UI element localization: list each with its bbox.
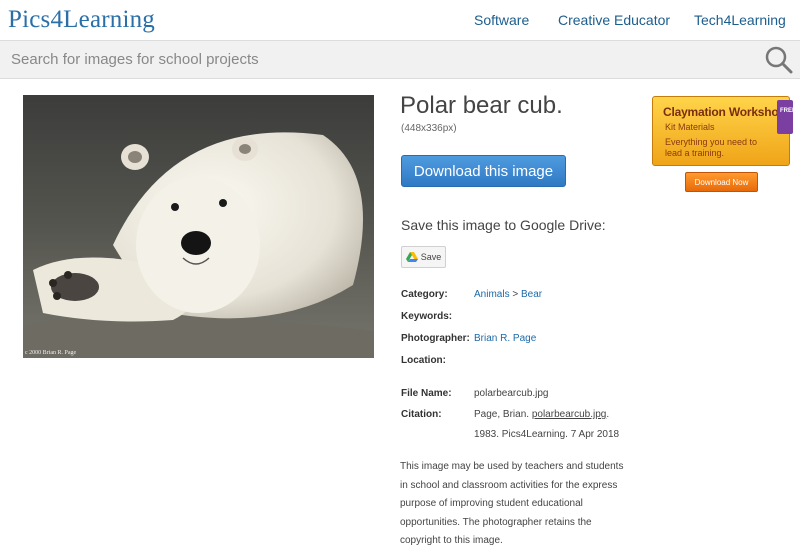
free-ribbon — [777, 100, 793, 134]
citation-label: Citation: — [401, 409, 442, 420]
filename-label: File Name: — [401, 388, 452, 399]
category-separator: > — [512, 289, 519, 300]
location-label: Location: — [401, 355, 446, 366]
save-to-drive-button[interactable]: Save — [401, 246, 446, 268]
nav-creative-educator[interactable]: Creative Educator — [558, 12, 670, 28]
claymation-ad[interactable]: Claymation Workshop Kit Materials Everyt… — [652, 96, 790, 166]
ad-body: Everything you need to lead a training. — [665, 137, 758, 158]
category-label: Category: — [401, 289, 448, 300]
citation-line-1: Page, Brian. polarbearcub.jpg. — [474, 409, 609, 420]
ad-title: Claymation Workshop — [663, 105, 786, 119]
keywords-label: Keywords: — [401, 311, 453, 322]
ad-download-now-button[interactable]: Download Now — [685, 172, 758, 192]
citation-filename: polarbearcub.jpg — [531, 409, 607, 420]
top-header: Pics4Learning Software Creative Educator… — [0, 0, 800, 41]
photographer-link[interactable]: Brian R. Page — [474, 333, 536, 344]
site-logo[interactable]: Pics4Learning — [8, 6, 155, 34]
citation-line-2: 1983. Pics4Learning. 7 Apr 2018 — [474, 429, 620, 440]
search-icon[interactable] — [764, 45, 794, 75]
search-input[interactable] — [0, 41, 740, 78]
google-drive-label: Save this image to Google Drive: — [401, 217, 606, 233]
image-dimensions: (448x336px) — [401, 123, 457, 134]
citation-author: Page, Brian. — [474, 409, 530, 420]
search-bar — [0, 41, 800, 79]
save-button-label: Save — [420, 252, 442, 262]
category-link-bear[interactable]: Bear — [521, 289, 542, 300]
category-value: Animals > Bear — [474, 289, 542, 300]
polar-bear-image — [23, 95, 374, 358]
citation-period: . — [606, 409, 610, 420]
photographer-label: Photographer: — [401, 333, 470, 344]
download-image-button[interactable]: Download this image — [401, 155, 566, 187]
nav-software[interactable]: Software — [474, 12, 529, 28]
category-link-animals[interactable]: Animals — [474, 289, 510, 300]
filename-value: polarbearcub.jpg — [474, 388, 549, 399]
free-ribbon-label: FREE — [780, 108, 797, 114]
nav-tech4learning[interactable]: Tech4Learning — [694, 12, 786, 28]
ad-subtitle: Kit Materials — [665, 122, 715, 132]
page-title: Polar bear cub. — [400, 92, 563, 119]
google-drive-icon — [405, 252, 418, 262]
photo-credit: c 2000 Brian R. Page — [25, 350, 77, 356]
polar-bear-photo[interactable]: c 2000 Brian R. Page — [23, 95, 374, 358]
usage-notice: This image may be used by teachers and s… — [400, 461, 624, 546]
